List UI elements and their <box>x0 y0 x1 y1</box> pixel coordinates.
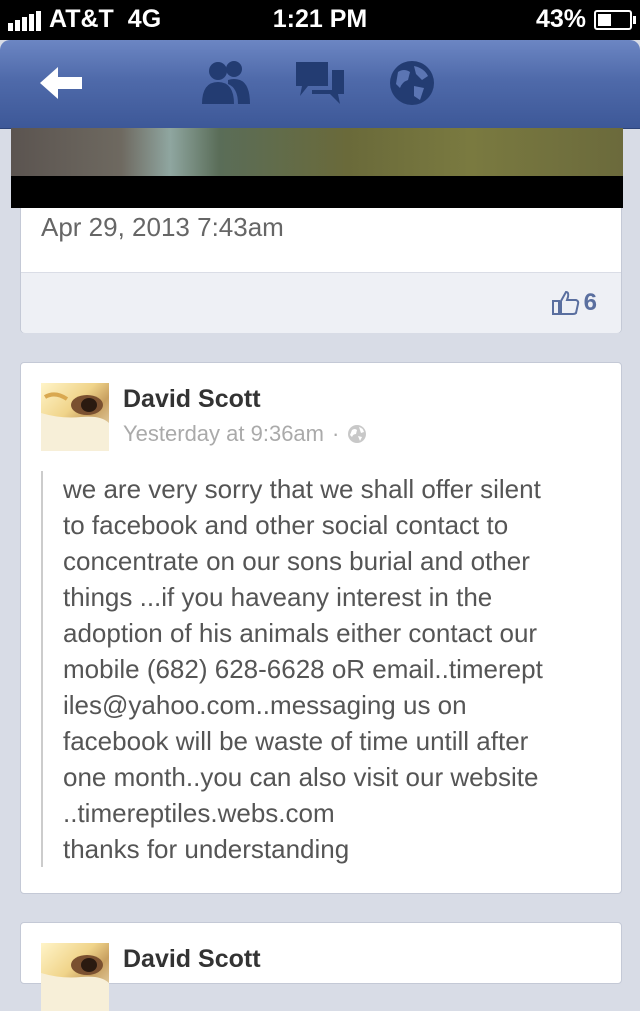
post-card: David Scott Yesterday at 9:36am · we are… <box>20 362 622 894</box>
like-count-value: 6 <box>583 289 597 316</box>
post-line: adoption of his animals either contact o… <box>63 618 538 648</box>
meta-separator: · <box>332 421 340 446</box>
status-right: 43% <box>535 5 636 34</box>
globe-icon[interactable] <box>384 58 440 108</box>
post-body: we are very sorry that we shall offer si… <box>41 471 615 867</box>
video-thumbnail[interactable] <box>11 128 623 208</box>
avatar[interactable] <box>41 943 109 1011</box>
post-timestamp[interactable]: Apr 29, 2013 7:43am <box>41 212 284 243</box>
like-count[interactable]: 6 <box>551 289 597 317</box>
post-meta: Yesterday at 9:36am · <box>123 421 367 447</box>
post-line: iles@yahoo.com..messaging us on <box>63 690 467 720</box>
back-arrow-icon[interactable] <box>34 58 90 108</box>
post-line: things ...if you haveany interest in the <box>63 582 493 612</box>
battery-icon <box>594 9 636 30</box>
messages-icon[interactable] <box>292 58 348 108</box>
post-card-next: David Scott <box>20 922 622 1011</box>
post-line: concentrate on our sons burial and other <box>63 546 530 576</box>
post-card-previous: Apr 29, 2013 7:43am 6 <box>11 128 623 333</box>
post-line: to facebook and other social contact to <box>63 510 509 540</box>
likes-bar[interactable]: 6 <box>21 272 621 333</box>
post-line: we are very sorry that we shall offer si… <box>63 474 541 504</box>
battery-percent: 43% <box>535 5 586 33</box>
thumbs-up-icon <box>551 290 579 315</box>
nav-bar <box>0 40 640 129</box>
post-line: ..timereptiles.webs.com <box>63 798 335 828</box>
public-globe-icon <box>348 425 367 443</box>
post-line: mobile (682) 628-6628 oR email..timerept <box>63 654 543 684</box>
post-time[interactable]: Yesterday at 9:36am <box>123 421 324 447</box>
author-name[interactable]: David Scott <box>123 385 261 414</box>
post-line: thanks for understanding <box>63 834 350 864</box>
friends-icon[interactable] <box>198 58 254 108</box>
avatar[interactable] <box>41 383 109 451</box>
status-bar: AT&T 4G 1:21 PM 43% <box>0 0 640 40</box>
post-line: facebook will be waste of time untill af… <box>63 726 529 756</box>
post-line: one month..you can also visit our websit… <box>63 762 539 792</box>
